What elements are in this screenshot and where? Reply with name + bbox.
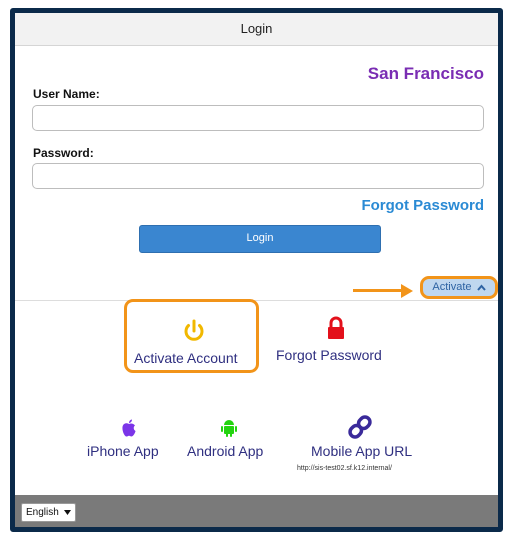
activate-account-label: Activate Account xyxy=(134,350,238,366)
activate-account-tile[interactable]: Activate Account xyxy=(124,299,259,373)
district-name: San Francisco xyxy=(367,64,484,83)
mobile-app-url-link[interactable]: Mobile App URL xyxy=(311,443,412,459)
login-button[interactable]: Login xyxy=(139,225,381,253)
login-panel: Login San Francisco User Name: Password:… xyxy=(10,8,503,532)
arrow-icon xyxy=(353,289,403,292)
language-label: English xyxy=(26,507,59,518)
password-label: Password: xyxy=(33,146,94,160)
arrow-head-icon xyxy=(401,284,413,298)
activate-toggle-button[interactable]: Activate xyxy=(420,276,498,299)
password-input[interactable] xyxy=(32,163,484,189)
lock-icon xyxy=(328,316,344,339)
forgot-password-tile[interactable]: Forgot Password xyxy=(271,313,391,373)
android-app-link[interactable]: Android App xyxy=(187,443,263,459)
caret-down-icon xyxy=(63,509,71,515)
power-icon xyxy=(184,319,204,341)
username-input[interactable] xyxy=(32,105,484,131)
android-icon xyxy=(221,420,237,437)
forgot-password-link[interactable]: Forgot Password xyxy=(361,197,484,214)
apple-icon xyxy=(122,419,136,437)
language-select[interactable]: English xyxy=(21,503,76,522)
page-title: Login xyxy=(240,21,273,36)
link-icon xyxy=(348,415,372,439)
chevron-up-icon xyxy=(476,284,486,291)
forgot-password-label: Forgot Password xyxy=(276,347,382,363)
username-label: User Name: xyxy=(33,87,100,101)
footer-bar: English xyxy=(15,495,498,527)
activate-toggle-label: Activate xyxy=(432,281,472,293)
title-bar: Login xyxy=(15,13,498,46)
mobile-app-url-text: http://sis-test02.sf.k12.internal/ xyxy=(297,465,392,472)
iphone-app-link[interactable]: iPhone App xyxy=(87,443,159,459)
